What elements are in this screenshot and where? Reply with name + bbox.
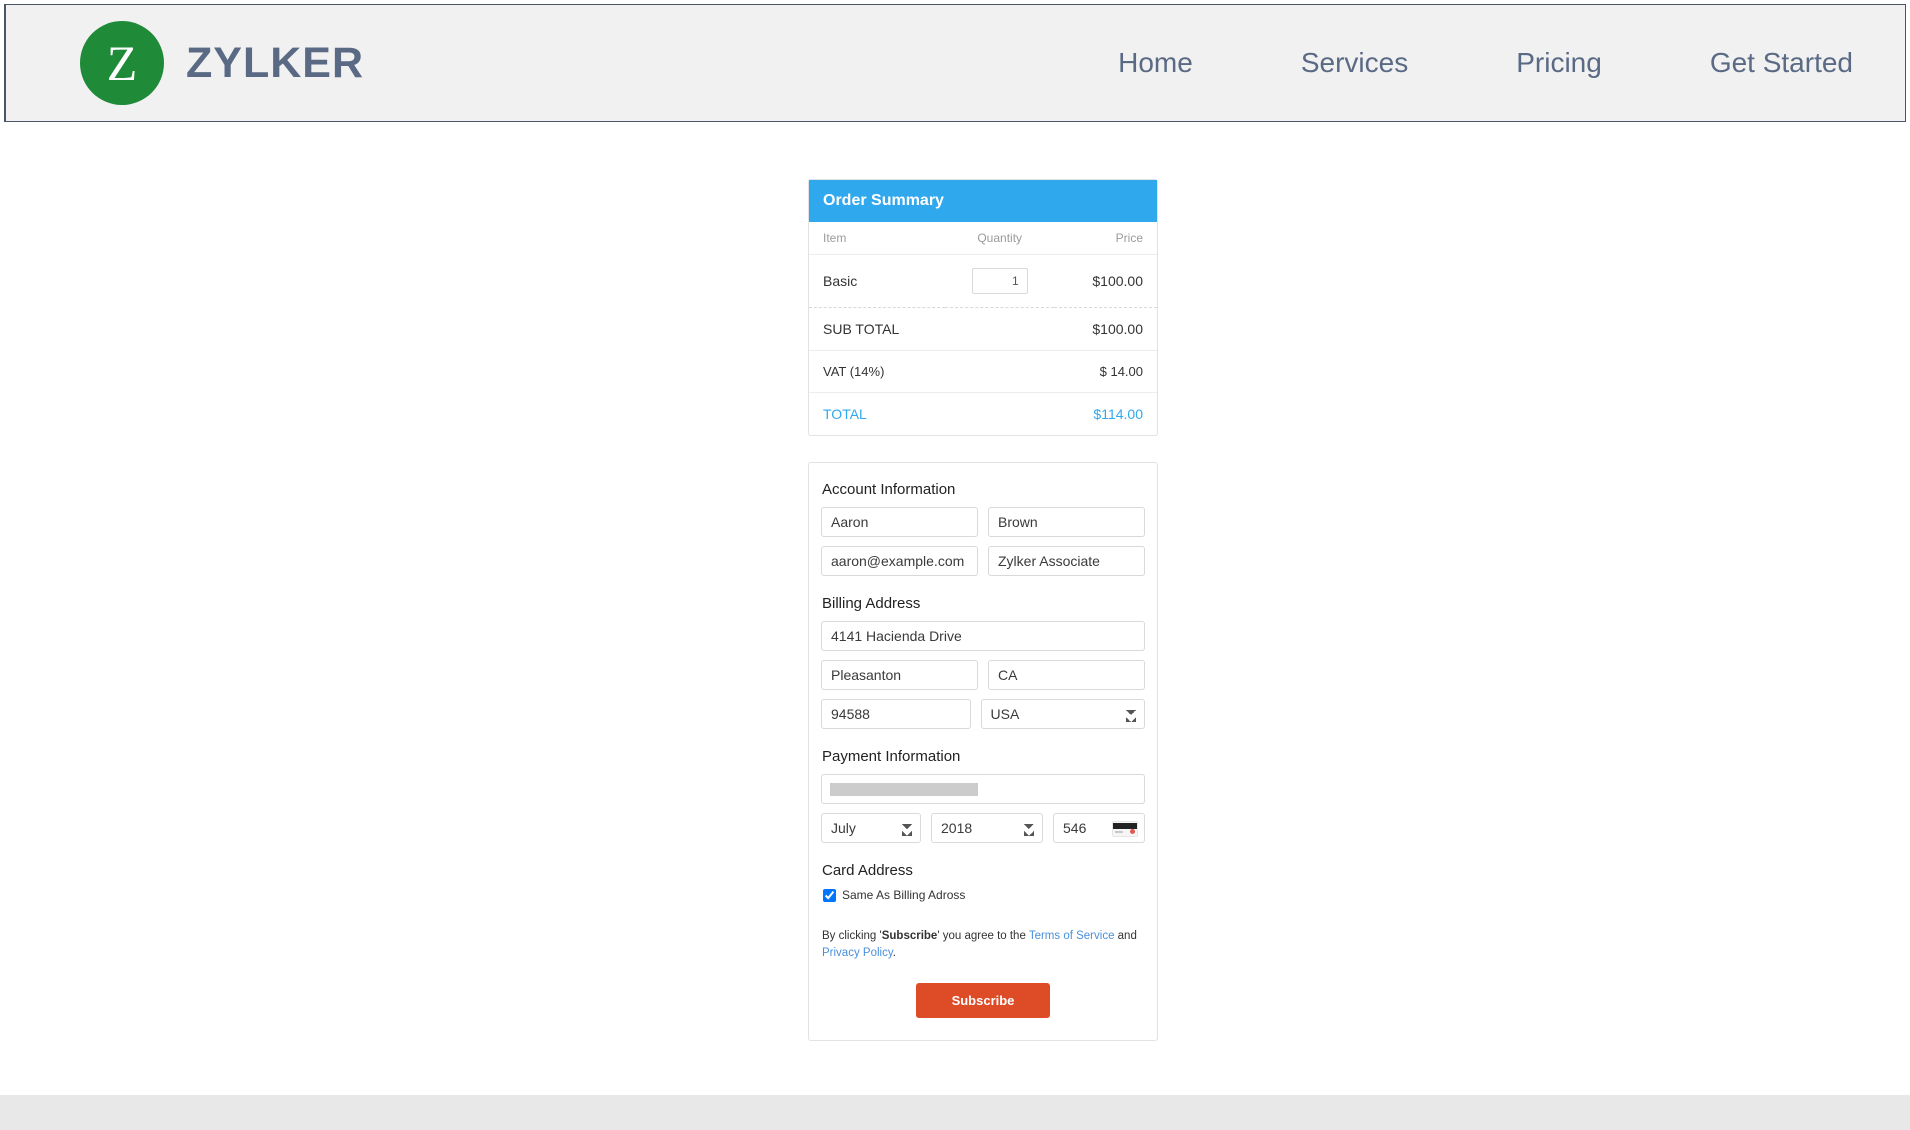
card-number-redaction <box>830 783 978 796</box>
terms-suffix: . <box>893 947 896 959</box>
table-row-total: TOTAL $114.00 <box>809 393 1157 436</box>
terms-conjunction: and <box>1114 930 1136 942</box>
zip-field[interactable] <box>821 699 971 729</box>
same-as-billing-label: Same As Billing Adross <box>842 888 965 902</box>
nav-link-services[interactable]: Services <box>1301 47 1408 79</box>
subscribe-button-wrap: Subscribe <box>821 983 1145 1018</box>
first-name-field[interactable] <box>821 507 978 537</box>
state-field[interactable] <box>988 660 1145 690</box>
subtotal-price: $100.00 <box>1054 308 1157 351</box>
billing-city-state-row <box>821 660 1145 690</box>
total-spacer <box>945 393 1055 436</box>
same-as-billing-checkbox[interactable] <box>823 889 836 902</box>
account-name-row <box>821 507 1145 537</box>
vat-spacer <box>945 351 1055 393</box>
cvv-field[interactable]: 546 <box>1053 813 1145 843</box>
brand-logo-icon: Z <box>80 21 164 105</box>
total-label: TOTAL <box>809 393 945 436</box>
quantity-input[interactable] <box>972 268 1028 294</box>
last-name-field[interactable] <box>988 507 1145 537</box>
vat-price: $ 14.00 <box>1054 351 1157 393</box>
email-field[interactable] <box>821 546 978 576</box>
same-as-billing-row[interactable]: Same As Billing Adross <box>823 888 1145 902</box>
section-title-card-address: Card Address <box>822 862 1145 879</box>
terms-text: By clicking 'Subscribe' you agree to the… <box>822 928 1145 961</box>
section-title-payment: Payment Information <box>822 748 1145 765</box>
terms-middle: ' you agree to the <box>937 930 1029 942</box>
credit-card-line <box>1115 831 1123 833</box>
billing-street-row <box>821 621 1145 651</box>
nav-link-get-started[interactable]: Get Started <box>1710 47 1853 79</box>
vat-label: VAT (14%) <box>809 351 945 393</box>
credit-card-icon <box>1112 821 1138 837</box>
line-item-quantity-cell <box>945 255 1055 308</box>
brand-name: ZYLKER <box>186 39 364 88</box>
section-title-billing: Billing Address <box>822 595 1145 612</box>
main-nav: Home Services Pricing Get Started <box>1010 47 1853 79</box>
credit-card-dot <box>1130 829 1135 834</box>
line-item-price: $100.00 <box>1054 255 1157 308</box>
terms-prefix: By clicking ' <box>822 930 882 942</box>
table-row-subtotal: SUB TOTAL $100.00 <box>809 308 1157 351</box>
order-summary-title: Order Summary <box>809 180 1157 222</box>
line-item-label: Basic <box>809 255 945 308</box>
brand[interactable]: Z ZYLKER <box>80 21 364 105</box>
section-title-account: Account Information <box>822 481 1145 498</box>
table-header-row: Item Quantity Price <box>809 222 1157 255</box>
subtotal-spacer <box>945 308 1055 351</box>
company-field[interactable] <box>988 546 1145 576</box>
site-footer <box>0 1095 1910 1130</box>
credit-card-stripe <box>1113 823 1138 829</box>
nav-link-home[interactable]: Home <box>1118 47 1193 79</box>
city-field[interactable] <box>821 660 978 690</box>
checkout-form-card: Account Information Billing Address USA <box>808 462 1158 1041</box>
account-contact-row <box>821 546 1145 576</box>
card-number-field[interactable] <box>821 774 1145 804</box>
page-body: Order Summary Item Quantity Price Basic <box>0 123 1910 1095</box>
subtotal-label: SUB TOTAL <box>809 308 945 351</box>
column-header-price: Price <box>1054 222 1157 255</box>
terms-action: Subscribe <box>882 930 938 942</box>
privacy-policy-link[interactable]: Privacy Policy <box>822 947 893 959</box>
cvv-value: 546 <box>1063 820 1086 836</box>
nav-link-pricing[interactable]: Pricing <box>1516 47 1602 79</box>
table-row-vat: VAT (14%) $ 14.00 <box>809 351 1157 393</box>
payment-expiry-row: July 2018 546 <box>821 813 1145 843</box>
country-select[interactable]: USA <box>981 699 1146 729</box>
expiry-year-select[interactable]: 2018 <box>931 813 1043 843</box>
street-address-field[interactable] <box>821 621 1145 651</box>
subscribe-button[interactable]: Subscribe <box>916 983 1051 1018</box>
column-header-item: Item <box>809 222 945 255</box>
terms-of-service-link[interactable]: Terms of Service <box>1029 930 1115 942</box>
table-row: Basic $100.00 <box>809 255 1157 308</box>
order-summary-table: Item Quantity Price Basic $100.00 SUB <box>809 222 1157 435</box>
expiry-month-select[interactable]: July <box>821 813 921 843</box>
billing-zip-country-row: USA <box>821 699 1145 729</box>
order-summary-card: Order Summary Item Quantity Price Basic <box>808 179 1158 436</box>
checkout-column: Order Summary Item Quantity Price Basic <box>808 179 1158 1041</box>
total-price: $114.00 <box>1054 393 1157 436</box>
column-header-quantity: Quantity <box>945 222 1055 255</box>
site-header: Z ZYLKER Home Services Pricing Get Start… <box>4 4 1906 122</box>
